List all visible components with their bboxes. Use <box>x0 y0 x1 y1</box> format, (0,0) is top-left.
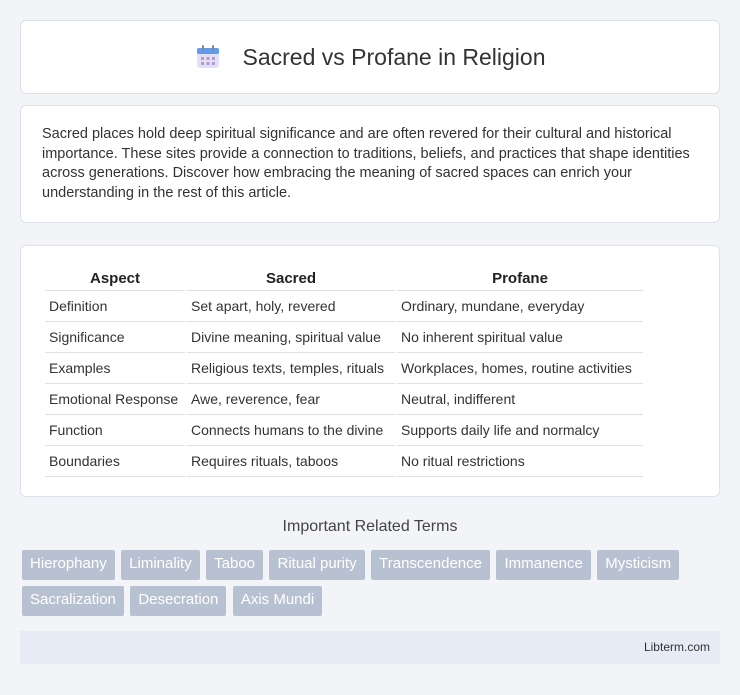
tag-sacralization[interactable]: Sacralization <box>22 586 124 616</box>
column-header-profane: Profane <box>397 266 643 291</box>
table-cell: Set apart, holy, revered <box>187 291 395 322</box>
tag-desecration[interactable]: Desecration <box>130 586 227 616</box>
table-cell: Definition <box>45 291 185 322</box>
table-cell: Neutral, indifferent <box>397 384 643 415</box>
footer: Libterm.com <box>20 631 720 664</box>
table-row: Definition Set apart, holy, revered Ordi… <box>45 291 643 322</box>
table-cell: Boundaries <box>45 446 185 477</box>
table-cell: Ordinary, mundane, everyday <box>397 291 643 322</box>
table-row: Function Connects humans to the divine S… <box>45 415 643 446</box>
table-cell: Supports daily life and normalcy <box>397 415 643 446</box>
table-row: Significance Divine meaning, spiritual v… <box>45 322 643 353</box>
table-cell: No ritual restrictions <box>397 446 643 477</box>
table-cell: Function <box>45 415 185 446</box>
tag-transcendence[interactable]: Transcendence <box>371 550 490 580</box>
comparison-table-card: Aspect Sacred Profane Definition Set apa… <box>20 245 720 497</box>
table-cell: Requires rituals, taboos <box>187 446 395 477</box>
tag-mysticism[interactable]: Mysticism <box>597 550 680 580</box>
tag-liminality[interactable]: Liminality <box>121 550 200 580</box>
table-cell: Emotional Response <box>45 384 185 415</box>
table-header-row: Aspect Sacred Profane <box>45 266 643 291</box>
intro-text: Sacred places hold deep spiritual signif… <box>42 126 690 201</box>
table-cell: Awe, reverence, fear <box>187 384 395 415</box>
tag-axis-mundi[interactable]: Axis Mundi <box>232 586 323 616</box>
header-card: Sacred vs Profane in Religion <box>20 20 720 94</box>
table-row: Examples Religious texts, temples, ritua… <box>45 353 643 384</box>
table-cell: Examples <box>45 353 185 384</box>
tag-ritual-purity[interactable]: Ritual purity <box>269 550 365 580</box>
column-header-aspect: Aspect <box>45 266 185 291</box>
table-cell: Divine meaning, spiritual value <box>187 322 395 353</box>
calendar-icon <box>195 44 221 70</box>
related-terms-section: Important Related Terms <box>0 518 740 536</box>
table-cell: Connects humans to the divine <box>187 415 395 446</box>
intro-card: Sacred places hold deep spiritual signif… <box>20 105 720 223</box>
table-row: Emotional Response Awe, reverence, fear … <box>45 384 643 415</box>
page-title: Sacred vs Profane in Religion <box>242 43 546 70</box>
related-terms-title: Important Related Terms <box>282 518 458 535</box>
column-header-sacred: Sacred <box>187 266 395 291</box>
footer-link[interactable]: Libterm.com <box>644 640 710 654</box>
related-terms-tags: Hierophany Liminality Taboo Ritual purit… <box>22 550 722 622</box>
tag-hierophany[interactable]: Hierophany <box>22 550 115 580</box>
table-row: Boundaries Requires rituals, taboos No r… <box>45 446 643 477</box>
table-cell: Workplaces, homes, routine activities <box>397 353 643 384</box>
tag-taboo[interactable]: Taboo <box>206 550 264 580</box>
table-cell: Significance <box>45 322 185 353</box>
table-cell: No inherent spiritual value <box>397 322 643 353</box>
comparison-table: Aspect Sacred Profane Definition Set apa… <box>43 266 645 477</box>
table-cell: Religious texts, temples, rituals <box>187 353 395 384</box>
tag-immanence[interactable]: Immanence <box>496 550 591 580</box>
